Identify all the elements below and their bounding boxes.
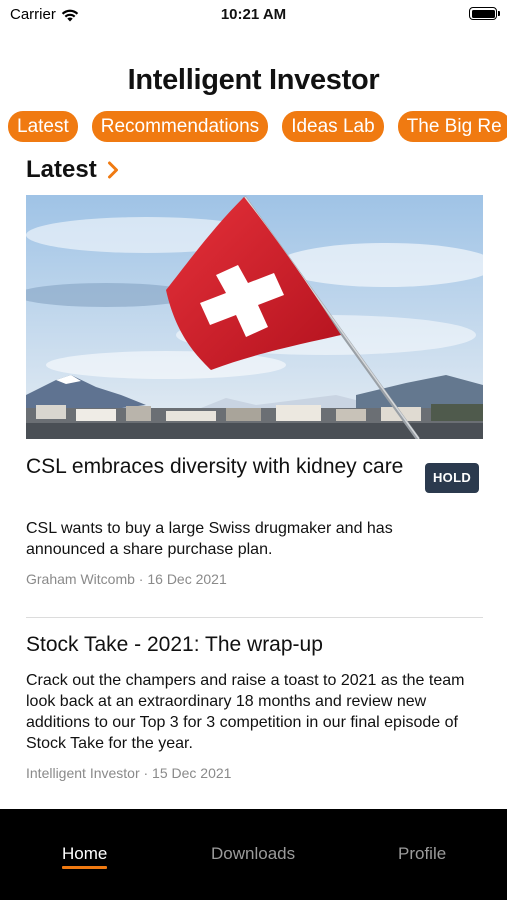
section-heading-latest[interactable]: Latest bbox=[26, 156, 119, 184]
tab-downloads-label: Downloads bbox=[211, 844, 296, 863]
article-byline: Intelligent Investor · 15 Dec 2021 bbox=[26, 765, 232, 781]
status-time: 10:21 AM bbox=[220, 6, 287, 23]
battery-icon bbox=[469, 7, 500, 20]
tab-downloads[interactable]: Downloads bbox=[211, 844, 295, 864]
article-byline: Graham Witcomb · 16 Dec 2021 bbox=[26, 571, 227, 587]
tab-home-label: Home bbox=[62, 844, 108, 863]
category-tabs: Latest Recommendations Ideas Lab The Big… bbox=[8, 111, 507, 142]
article-image[interactable] bbox=[26, 195, 483, 439]
status-bar: Carrier 10:21 AM bbox=[0, 0, 507, 30]
page-title: Intelligent Investor bbox=[127, 64, 380, 96]
section-heading-label: Latest bbox=[26, 156, 97, 183]
tab-profile[interactable]: Profile bbox=[398, 844, 446, 864]
tab-home[interactable]: Home bbox=[62, 844, 108, 869]
tab-recommendations[interactable]: Recommendations bbox=[91, 111, 269, 142]
article-title[interactable]: Stock Take - 2021: The wrap-up bbox=[26, 632, 483, 658]
tab-the-big-re[interactable]: The Big Re bbox=[397, 111, 507, 142]
article-title[interactable]: CSL embraces diversity with kidney care bbox=[26, 454, 406, 480]
divider bbox=[26, 617, 483, 618]
bottom-tab-bar: Home Downloads Profile bbox=[0, 809, 507, 900]
chevron-right-icon bbox=[107, 161, 118, 179]
tab-ideas-lab[interactable]: Ideas Lab bbox=[282, 111, 384, 142]
tab-profile-label: Profile bbox=[398, 844, 447, 863]
tab-latest[interactable]: Latest bbox=[8, 111, 78, 142]
status-badge: HOLD bbox=[425, 463, 479, 493]
swiss-flag-photo bbox=[26, 195, 483, 439]
article-summary: CSL wants to buy a large Swiss drugmaker… bbox=[26, 520, 393, 558]
active-tab-indicator bbox=[62, 866, 108, 869]
article-summary: Crack out the champers and raise a toast… bbox=[26, 672, 465, 752]
